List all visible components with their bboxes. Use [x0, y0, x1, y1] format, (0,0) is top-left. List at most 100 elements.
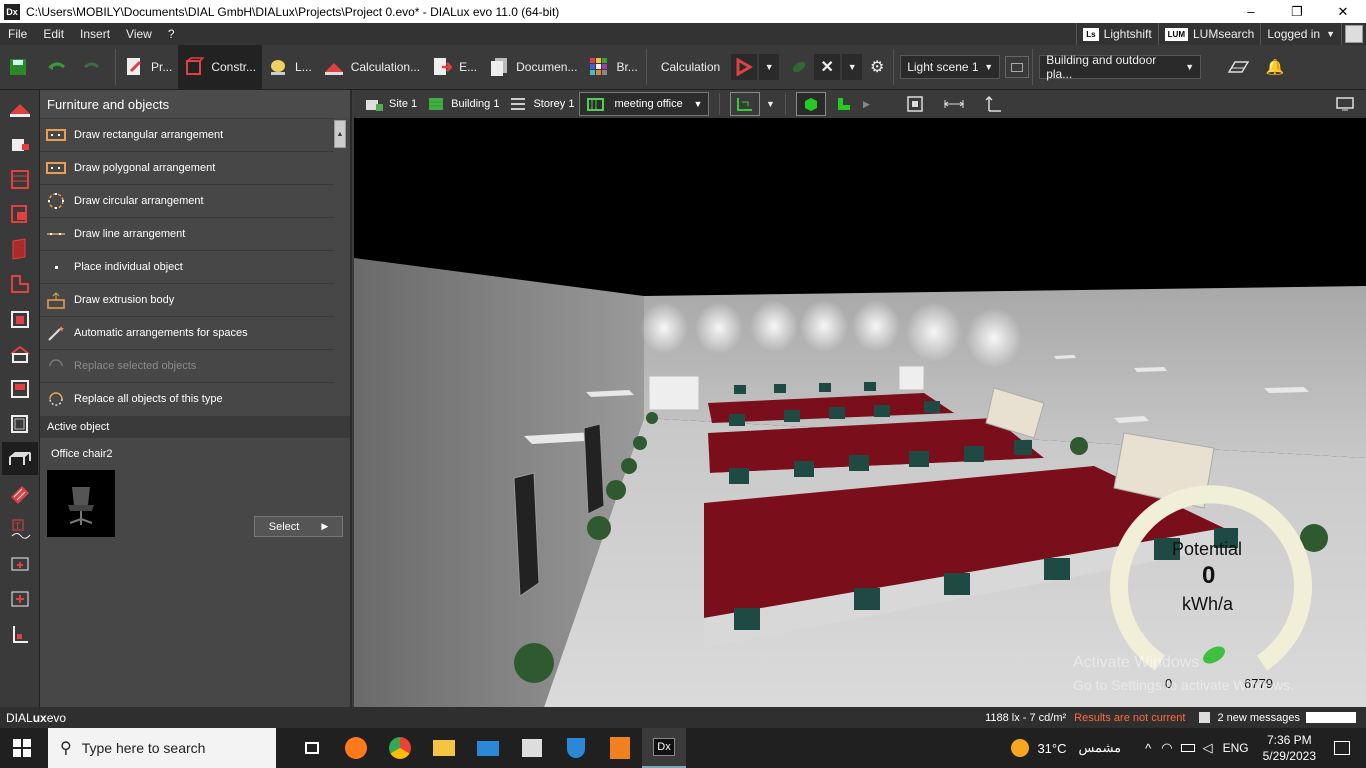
cancel-calculation-button[interactable]: ✕	[814, 54, 841, 80]
tool-storey[interactable]	[2, 127, 38, 160]
view-2d-dropdown[interactable]: ▼	[762, 91, 778, 117]
light-scene-edit-button[interactable]	[1005, 56, 1030, 78]
tab-calculation-objects[interactable]: Calculation...	[318, 45, 426, 90]
user-avatar[interactable]	[1341, 23, 1366, 45]
menu-insert[interactable]: Insert	[72, 27, 118, 41]
store-app[interactable]	[510, 728, 554, 768]
measure-button[interactable]	[941, 91, 967, 117]
redo-button[interactable]	[78, 45, 113, 90]
network-icon[interactable]: ◠	[1161, 740, 1172, 756]
office-chair-thumbnail	[47, 470, 115, 537]
breadcrumb-site[interactable]: Site 1	[360, 90, 422, 118]
messages-count[interactable]: 2 new messages	[1217, 712, 1300, 724]
chevron-up-icon[interactable]: ^	[1145, 741, 1151, 756]
defender-app[interactable]	[554, 728, 598, 768]
notifications-button[interactable]: 🔔	[1262, 54, 1288, 80]
energy-button[interactable]	[786, 54, 812, 80]
left-tool-bar: T	[0, 90, 40, 707]
view-3d-button[interactable]	[796, 92, 827, 116]
tab-browser[interactable]: Br...	[583, 45, 643, 90]
3d-viewport[interactable]: Potential 0 kWh/a 0 6779 Activate Window…	[354, 118, 1366, 707]
menu-file[interactable]: File	[0, 27, 35, 41]
firefox-app[interactable]	[334, 728, 378, 768]
calculate-button[interactable]	[731, 54, 758, 80]
tool-import[interactable]	[2, 92, 38, 125]
restore-button[interactable]: ❐	[1274, 0, 1320, 23]
temperature[interactable]: 31°C	[1037, 741, 1066, 756]
volume-icon[interactable]: ◁	[1203, 740, 1213, 756]
select-button[interactable]: Select ▶	[254, 516, 343, 537]
file-explorer-app[interactable]	[422, 728, 466, 768]
dialux-app[interactable]: Dx	[642, 728, 686, 768]
language-indicator[interactable]: ENG	[1223, 741, 1249, 755]
view-plan-button[interactable]	[831, 91, 857, 117]
list-item[interactable]: Draw extrusion body	[40, 283, 334, 316]
tool-openings[interactable]	[2, 372, 38, 405]
task-view-button[interactable]	[290, 728, 334, 768]
room-select[interactable]: meeting office ▼	[579, 92, 710, 116]
tool-labels[interactable]: T	[2, 512, 38, 545]
tab-export[interactable]: E...	[426, 45, 483, 90]
taskbar-search[interactable]: ⚲ Type here to search	[48, 728, 276, 768]
settings-button[interactable]: ⚙	[864, 54, 890, 80]
text-label-icon: T	[11, 519, 31, 539]
tab-project[interactable]: Pr...	[118, 45, 178, 90]
minimize-button[interactable]: –	[1228, 0, 1274, 23]
clock[interactable]: 7:36 PM 5/29/2023	[1263, 732, 1316, 764]
tool-materials[interactable]	[2, 477, 38, 510]
lightshift-button[interactable]: Ls Lightshift	[1076, 23, 1157, 45]
tool-ceiling[interactable]	[2, 302, 38, 335]
view-next-button[interactable]: ▶	[859, 91, 873, 117]
battery-icon[interactable]	[1180, 744, 1195, 752]
luminaire-button[interactable]	[1223, 54, 1253, 80]
tool-furniture[interactable]	[2, 442, 38, 475]
fit-view-button[interactable]	[902, 91, 928, 117]
tool-workspace[interactable]	[2, 617, 38, 650]
list-item[interactable]: Automatic arrangements for spaces	[40, 316, 334, 349]
cancel-dropdown[interactable]: ▼	[842, 54, 863, 80]
tool-building[interactable]	[2, 162, 38, 195]
list-item[interactable]: Draw polygonal arrangement	[40, 151, 334, 184]
menu-edit[interactable]: Edit	[35, 27, 72, 41]
menu-help[interactable]: ?	[160, 27, 183, 41]
tool-staircase[interactable]	[2, 407, 38, 440]
breadcrumb-storey[interactable]: Storey 1	[504, 90, 579, 118]
login-dropdown[interactable]: Logged in ▼	[1260, 23, 1341, 45]
list-item[interactable]: Draw rectangular arrangement	[40, 118, 334, 151]
lumsearch-button[interactable]: LUM LUMsearch	[1157, 23, 1261, 45]
close-button[interactable]: ✕	[1320, 0, 1366, 23]
menu-view[interactable]: View	[118, 27, 160, 41]
calculation-objects-select[interactable]: Building and outdoor pla... ▼	[1039, 53, 1202, 81]
start-button[interactable]	[0, 728, 44, 768]
tab-construction[interactable]: Constr...	[178, 44, 263, 90]
undo-button[interactable]	[43, 45, 78, 90]
weather-text[interactable]: مشمس	[1078, 740, 1121, 756]
save-button[interactable]	[0, 45, 43, 90]
tool-roof[interactable]	[2, 337, 38, 370]
calculate-dropdown[interactable]: ▼	[759, 54, 780, 80]
chrome-app[interactable]	[378, 728, 422, 768]
staircase-icon	[11, 414, 28, 433]
screen-layout-button[interactable]	[1332, 91, 1358, 117]
results-status[interactable]: Results are not current	[1074, 712, 1185, 724]
notification-center-icon[interactable]	[1334, 741, 1350, 755]
list-item[interactable]: Draw line arrangement	[40, 217, 334, 250]
tab-light[interactable]: L...	[262, 45, 318, 90]
mail-app[interactable]	[466, 728, 510, 768]
list-item[interactable]: Replace all objects of this type	[40, 382, 334, 415]
tool-insert[interactable]	[2, 582, 38, 615]
tab-documentation[interactable]: Documen...	[483, 45, 583, 90]
pdf-app[interactable]	[598, 728, 642, 768]
list-item[interactable]: Draw circular arrangement	[40, 184, 334, 217]
light-scene-select[interactable]: Light scene 1 ▼	[900, 55, 1001, 79]
view-2d-button[interactable]	[730, 92, 761, 116]
tool-room[interactable]	[2, 197, 38, 230]
breadcrumb-building[interactable]: Building 1	[422, 90, 504, 118]
scroll-up-button[interactable]: ▲	[334, 120, 346, 148]
list-item[interactable]: Place individual object	[40, 250, 334, 283]
tool-walls[interactable]	[2, 232, 38, 265]
title-bar: Dx C:\Users\MOBILY\Documents\DIAL GmbH\D…	[0, 0, 1366, 23]
tool-floor[interactable]	[2, 267, 38, 300]
tool-dimension[interactable]	[2, 547, 38, 580]
height-button[interactable]	[980, 91, 1006, 117]
